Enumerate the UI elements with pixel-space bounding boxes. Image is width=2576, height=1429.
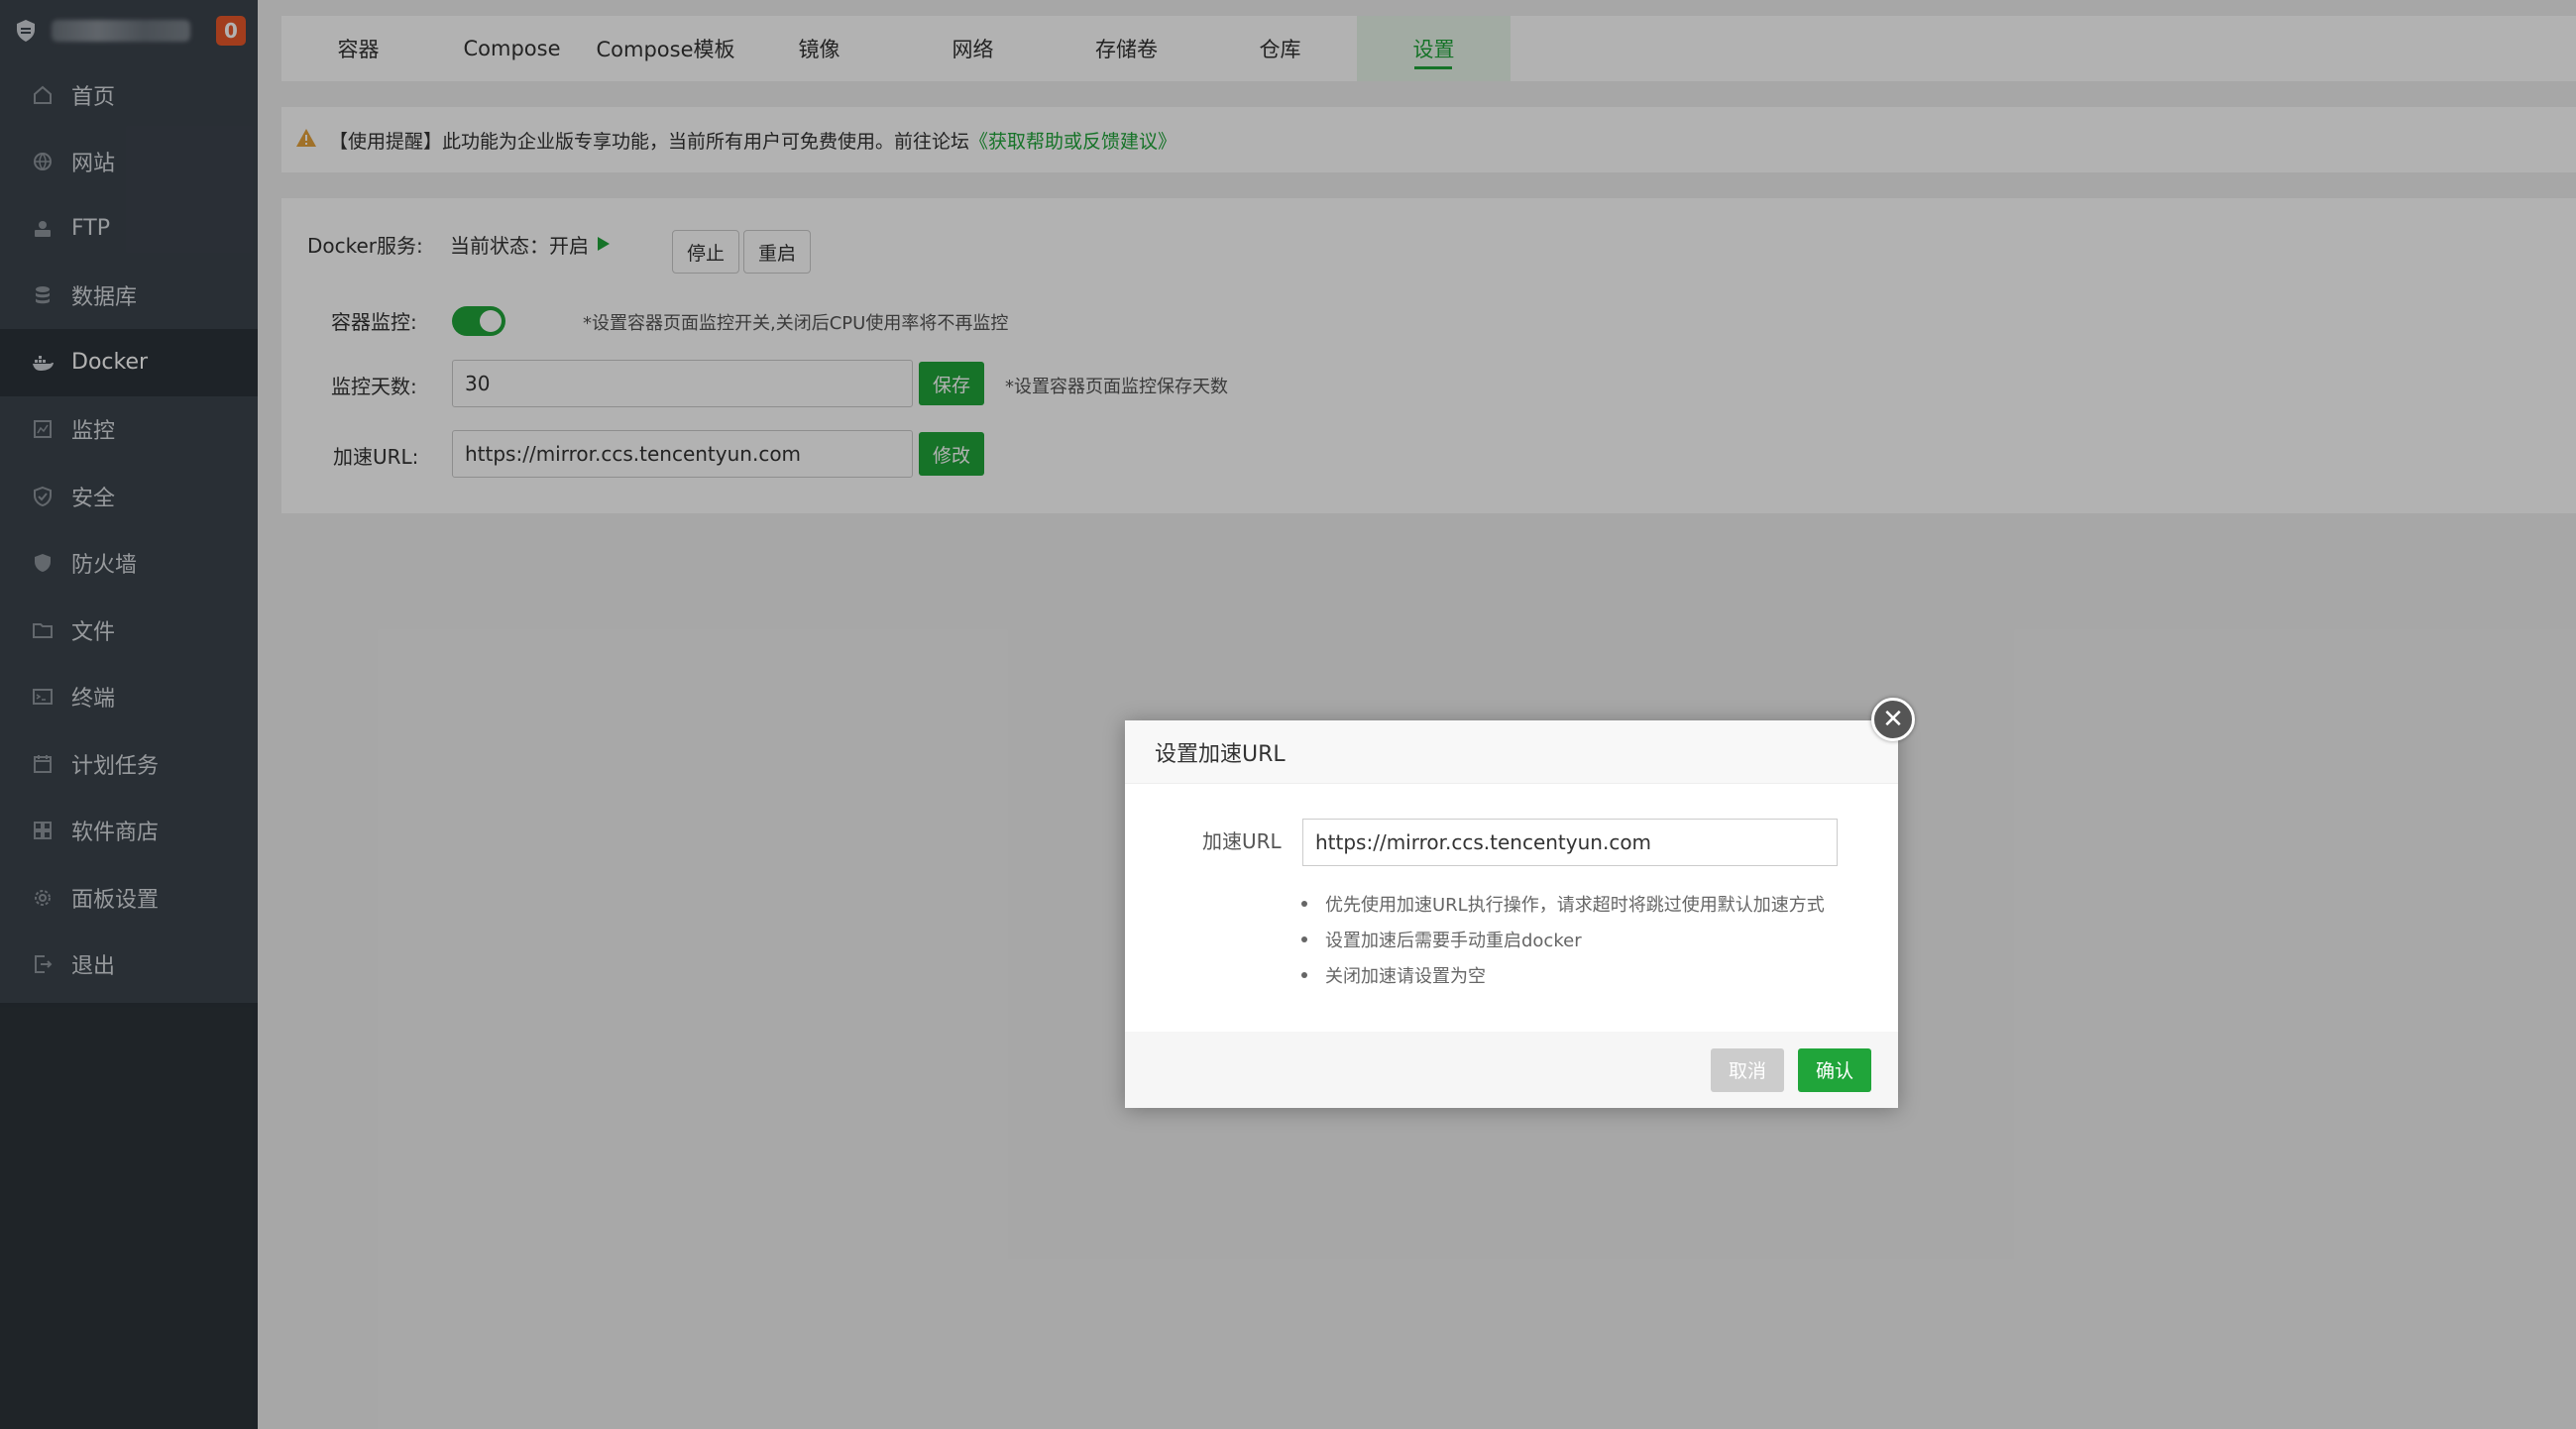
dialog-url-label: 加速URL bbox=[1202, 829, 1282, 853]
accel-url-dialog: 设置加速URL ✕ 加速URL https://mirror.ccs.tence… bbox=[1125, 698, 1915, 1108]
dialog-url-input[interactable]: https://mirror.ccs.tencentyun.com bbox=[1302, 819, 1838, 866]
confirm-button[interactable]: 确认 bbox=[1797, 1047, 1871, 1092]
dialog-title: 设置加速URL bbox=[1155, 741, 1286, 767]
tip-item: 关闭加速请设置为空 bbox=[1301, 957, 1825, 993]
dialog-footer: 取消 确认 bbox=[1125, 1032, 1898, 1108]
dialog-header: 设置加速URL bbox=[1125, 720, 1898, 784]
close-icon[interactable]: ✕ bbox=[1871, 698, 1915, 741]
cancel-button[interactable]: 取消 bbox=[1710, 1047, 1784, 1092]
modal-overlay[interactable] bbox=[0, 0, 2576, 1429]
dialog-tips: 优先使用加速URL执行操作，请求超时将跳过使用默认加速方式 设置加速后需要手动重… bbox=[1301, 886, 1825, 993]
dialog-body: 加速URL https://mirror.ccs.tencentyun.com … bbox=[1125, 784, 1898, 1032]
tip-item: 优先使用加速URL执行操作，请求超时将跳过使用默认加速方式 bbox=[1301, 886, 1825, 922]
tip-item: 设置加速后需要手动重启docker bbox=[1301, 922, 1825, 957]
